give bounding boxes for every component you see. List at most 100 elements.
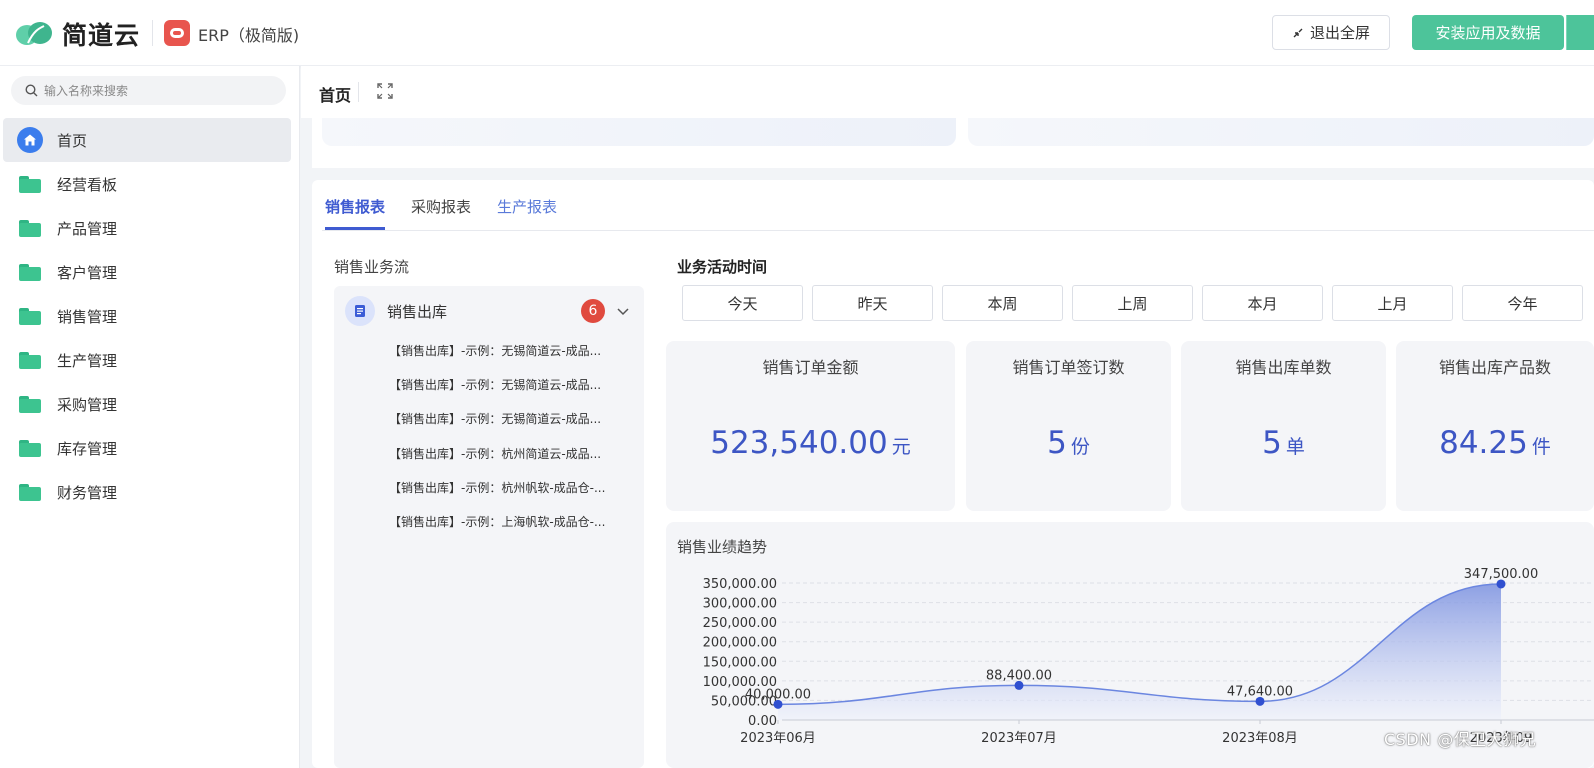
collapse-arrows-icon bbox=[1293, 28, 1303, 37]
sidebar-item-label: 产品管理 bbox=[57, 219, 118, 238]
folder-icon bbox=[19, 175, 41, 193]
kpi-number: 523,540.00 bbox=[710, 425, 888, 461]
tabs-divider bbox=[322, 230, 1594, 231]
area-fill bbox=[778, 583, 1501, 720]
logo-icon bbox=[14, 18, 54, 50]
sidebar-item-label: 采购管理 bbox=[57, 395, 118, 414]
sidebar-item-home[interactable]: 首页 bbox=[3, 118, 291, 162]
period-button[interactable]: 本周 bbox=[942, 285, 1063, 321]
flow-node[interactable]: 销售出库 bbox=[345, 296, 447, 326]
sidebar-item-purchasing[interactable]: 采购管理 bbox=[3, 382, 291, 426]
flow-node-name: 销售出库 bbox=[387, 302, 448, 321]
period-button[interactable]: 昨天 bbox=[812, 285, 933, 321]
folder-icon bbox=[19, 483, 41, 501]
kpi-label: 销售出库产品数 bbox=[1438, 358, 1551, 377]
period-button[interactable]: 本月 bbox=[1202, 285, 1323, 321]
y-tick-label: 300,000.00 bbox=[703, 597, 777, 612]
page-title[interactable]: 首页 bbox=[319, 82, 351, 106]
kpi-number: 84.25 bbox=[1439, 425, 1528, 461]
install-dropdown-button[interactable] bbox=[1566, 15, 1594, 50]
data-label: 88,400.00 bbox=[986, 668, 1052, 683]
list-item[interactable]: 【销售出库】-示例：无锡简道云-成品... bbox=[389, 342, 639, 376]
sidebar-item-label: 客户管理 bbox=[57, 263, 118, 282]
kpi-unit: 元 bbox=[891, 436, 911, 458]
sidebar-item-dashboard[interactable]: 经营看板 bbox=[3, 162, 291, 206]
period-button[interactable]: 今天 bbox=[682, 285, 803, 321]
kpi-label: 销售出库单数 bbox=[1235, 358, 1332, 377]
kpi-value: 523,540.00 元 bbox=[666, 425, 955, 461]
list-item[interactable]: 【销售出库】-示例：无锡简道云-成品... bbox=[389, 410, 639, 444]
folder-icon bbox=[19, 395, 41, 413]
brand-logo[interactable]: 简道云 bbox=[14, 16, 140, 52]
tab-sales-report[interactable]: 销售报表 bbox=[325, 196, 386, 230]
trend-title: 销售业绩趋势 bbox=[677, 538, 768, 556]
sidebar-item-products[interactable]: 产品管理 bbox=[3, 206, 291, 250]
list-item[interactable]: 【销售出库】-示例：无锡简道云-成品... bbox=[389, 376, 639, 410]
kpi-label: 销售订单签订数 bbox=[1012, 358, 1125, 377]
kpi-label: 销售订单金额 bbox=[762, 358, 859, 377]
sidebar-item-label: 首页 bbox=[57, 131, 88, 150]
install-app-label: 安装应用及数据 bbox=[1435, 24, 1541, 42]
sidebar: 首页 经营看板 产品管理 客户管理 销售管理 生产管理 采购管理 库存管理 bbox=[0, 66, 300, 768]
list-item[interactable]: 【销售出库】-示例：杭州简道云-成品... bbox=[389, 445, 639, 479]
exit-fullscreen-button[interactable]: 退出全屏 bbox=[1272, 15, 1390, 50]
period-button[interactable]: 今年 bbox=[1462, 285, 1583, 321]
kpi-value: 5单 bbox=[1181, 425, 1386, 461]
watermark: CSDN @保卫大狮兄 bbox=[1384, 730, 1537, 749]
sidebar-item-inventory[interactable]: 库存管理 bbox=[3, 426, 291, 470]
folder-icon bbox=[19, 263, 41, 281]
sidebar-item-sales[interactable]: 销售管理 bbox=[3, 294, 291, 338]
y-tick-label: 350,000.00 bbox=[703, 577, 777, 592]
kpi-unit: 单 bbox=[1285, 436, 1305, 458]
search-input[interactable] bbox=[44, 83, 264, 98]
kpi-value: 84.25 件 bbox=[1396, 425, 1594, 461]
tab-production-report[interactable]: 生产报表 bbox=[497, 196, 557, 230]
home-icon bbox=[17, 127, 43, 153]
count-badge: 6 bbox=[581, 299, 605, 323]
period-button[interactable]: 上月 bbox=[1332, 285, 1453, 321]
kpi-card: 销售订单金额 523,540.00 元 bbox=[666, 341, 955, 511]
folder-icon bbox=[19, 307, 41, 325]
folder-icon bbox=[19, 439, 41, 457]
list-item[interactable]: 【销售出库】-示例：上海帆软-成品仓-... bbox=[389, 513, 639, 547]
sidebar-item-label: 销售管理 bbox=[57, 307, 118, 326]
kpi-card: 销售订单签订数 5份 bbox=[966, 341, 1171, 511]
data-label: 347,500.00 bbox=[1464, 567, 1538, 582]
kpi-card: 销售出库产品数 84.25 件 bbox=[1396, 341, 1594, 511]
data-label: 47,640.00 bbox=[1227, 684, 1293, 699]
summary-panel bbox=[968, 118, 1594, 146]
summary-panel bbox=[322, 118, 956, 146]
sidebar-item-customers[interactable]: 客户管理 bbox=[3, 250, 291, 294]
period-button[interactable]: 上周 bbox=[1072, 285, 1193, 321]
folder-icon bbox=[19, 351, 41, 369]
list-item[interactable]: 【销售出库】-示例：杭州帆软-成品仓-... bbox=[389, 479, 639, 513]
fullscreen-icon[interactable] bbox=[376, 82, 394, 100]
kpi-card: 销售出库单数 5单 bbox=[1181, 341, 1386, 511]
sidebar-search[interactable] bbox=[11, 76, 286, 105]
y-tick-label: 250,000.00 bbox=[703, 616, 777, 631]
search-icon bbox=[25, 84, 38, 97]
tab-purchase-report[interactable]: 采购报表 bbox=[411, 196, 471, 230]
period-selector: 今天 昨天 本周 上周 本月 上月 今年 bbox=[682, 285, 1583, 321]
y-tick-label: 150,000.00 bbox=[703, 655, 777, 670]
kpi-unit: 份 bbox=[1070, 436, 1090, 458]
install-app-button[interactable]: 安装应用及数据 bbox=[1412, 15, 1564, 50]
document-icon bbox=[345, 296, 375, 326]
report-tabs: 销售报表 采购报表 生产报表 bbox=[325, 196, 557, 230]
sidebar-item-finance[interactable]: 财务管理 bbox=[3, 470, 291, 514]
divider bbox=[358, 82, 359, 102]
chevron-down-icon[interactable] bbox=[616, 304, 630, 318]
app-name: ERP（极简版) bbox=[198, 26, 300, 45]
sidebar-item-label: 生产管理 bbox=[57, 351, 118, 370]
folder-icon bbox=[19, 219, 41, 237]
sidebar-item-production[interactable]: 生产管理 bbox=[3, 338, 291, 382]
kpi-number: 5 bbox=[1047, 425, 1067, 461]
kpi-number: 5 bbox=[1262, 425, 1282, 461]
x-tick-label: 2023年06月 bbox=[740, 731, 816, 746]
sidebar-nav: 首页 经营看板 产品管理 客户管理 销售管理 生产管理 采购管理 库存管理 财务… bbox=[3, 118, 291, 514]
activity-title: 业务活动时间 bbox=[677, 258, 768, 276]
kpi-unit: 件 bbox=[1531, 436, 1551, 458]
content-header: 首页 bbox=[301, 66, 1594, 118]
y-tick-label: 0.00 bbox=[748, 714, 777, 729]
brand-name: 简道云 bbox=[62, 21, 141, 50]
